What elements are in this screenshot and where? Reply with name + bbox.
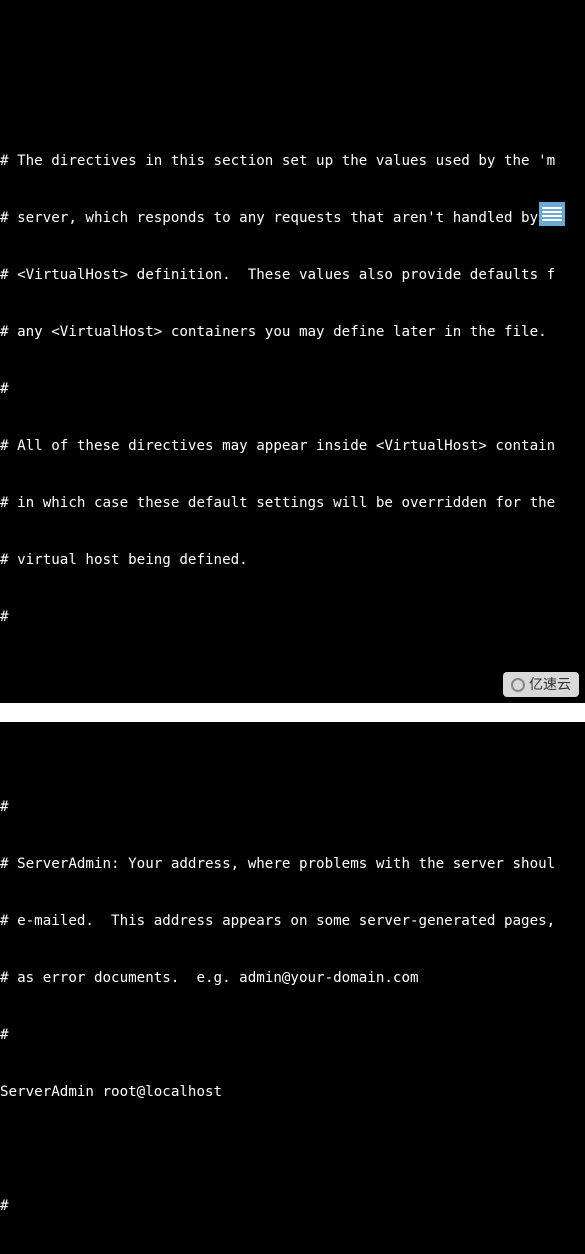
config-line: # e-mailed. This address appears on some… — [0, 912, 585, 931]
config-line — [0, 1140, 585, 1159]
config-line: # — [0, 380, 585, 399]
config-line: # in which case these default settings w… — [0, 494, 585, 513]
config-line: # — [0, 1197, 585, 1216]
watermark-text: 亿速云 — [529, 675, 571, 694]
config-line: ServerAdmin root@localhost — [0, 1083, 585, 1102]
config-line: # — [0, 608, 585, 627]
config-line: # — [0, 798, 585, 817]
config-line: # <VirtualHost> definition. These values… — [0, 266, 585, 285]
config-line: # as error documents. e.g. admin@your-do… — [0, 969, 585, 988]
config-line: # ServerAdmin: Your address, where probl… — [0, 855, 585, 874]
config-line: # virtual host being defined. — [0, 551, 585, 570]
cloud-icon — [511, 678, 525, 692]
config-line: # server, which responds to any requests… — [0, 209, 585, 228]
config-line: # — [0, 1026, 585, 1045]
search-bar[interactable] — [0, 703, 585, 722]
config-line: # any <VirtualHost> containers you may d… — [0, 323, 585, 342]
terminal-editor[interactable]: # The directives in this section set up … — [0, 76, 585, 703]
menu-icon[interactable] — [539, 202, 565, 226]
config-line: # All of these directives may appear ins… — [0, 437, 585, 456]
config-line: # The directives in this section set up … — [0, 152, 585, 171]
watermark: 亿速云 — [503, 672, 579, 697]
